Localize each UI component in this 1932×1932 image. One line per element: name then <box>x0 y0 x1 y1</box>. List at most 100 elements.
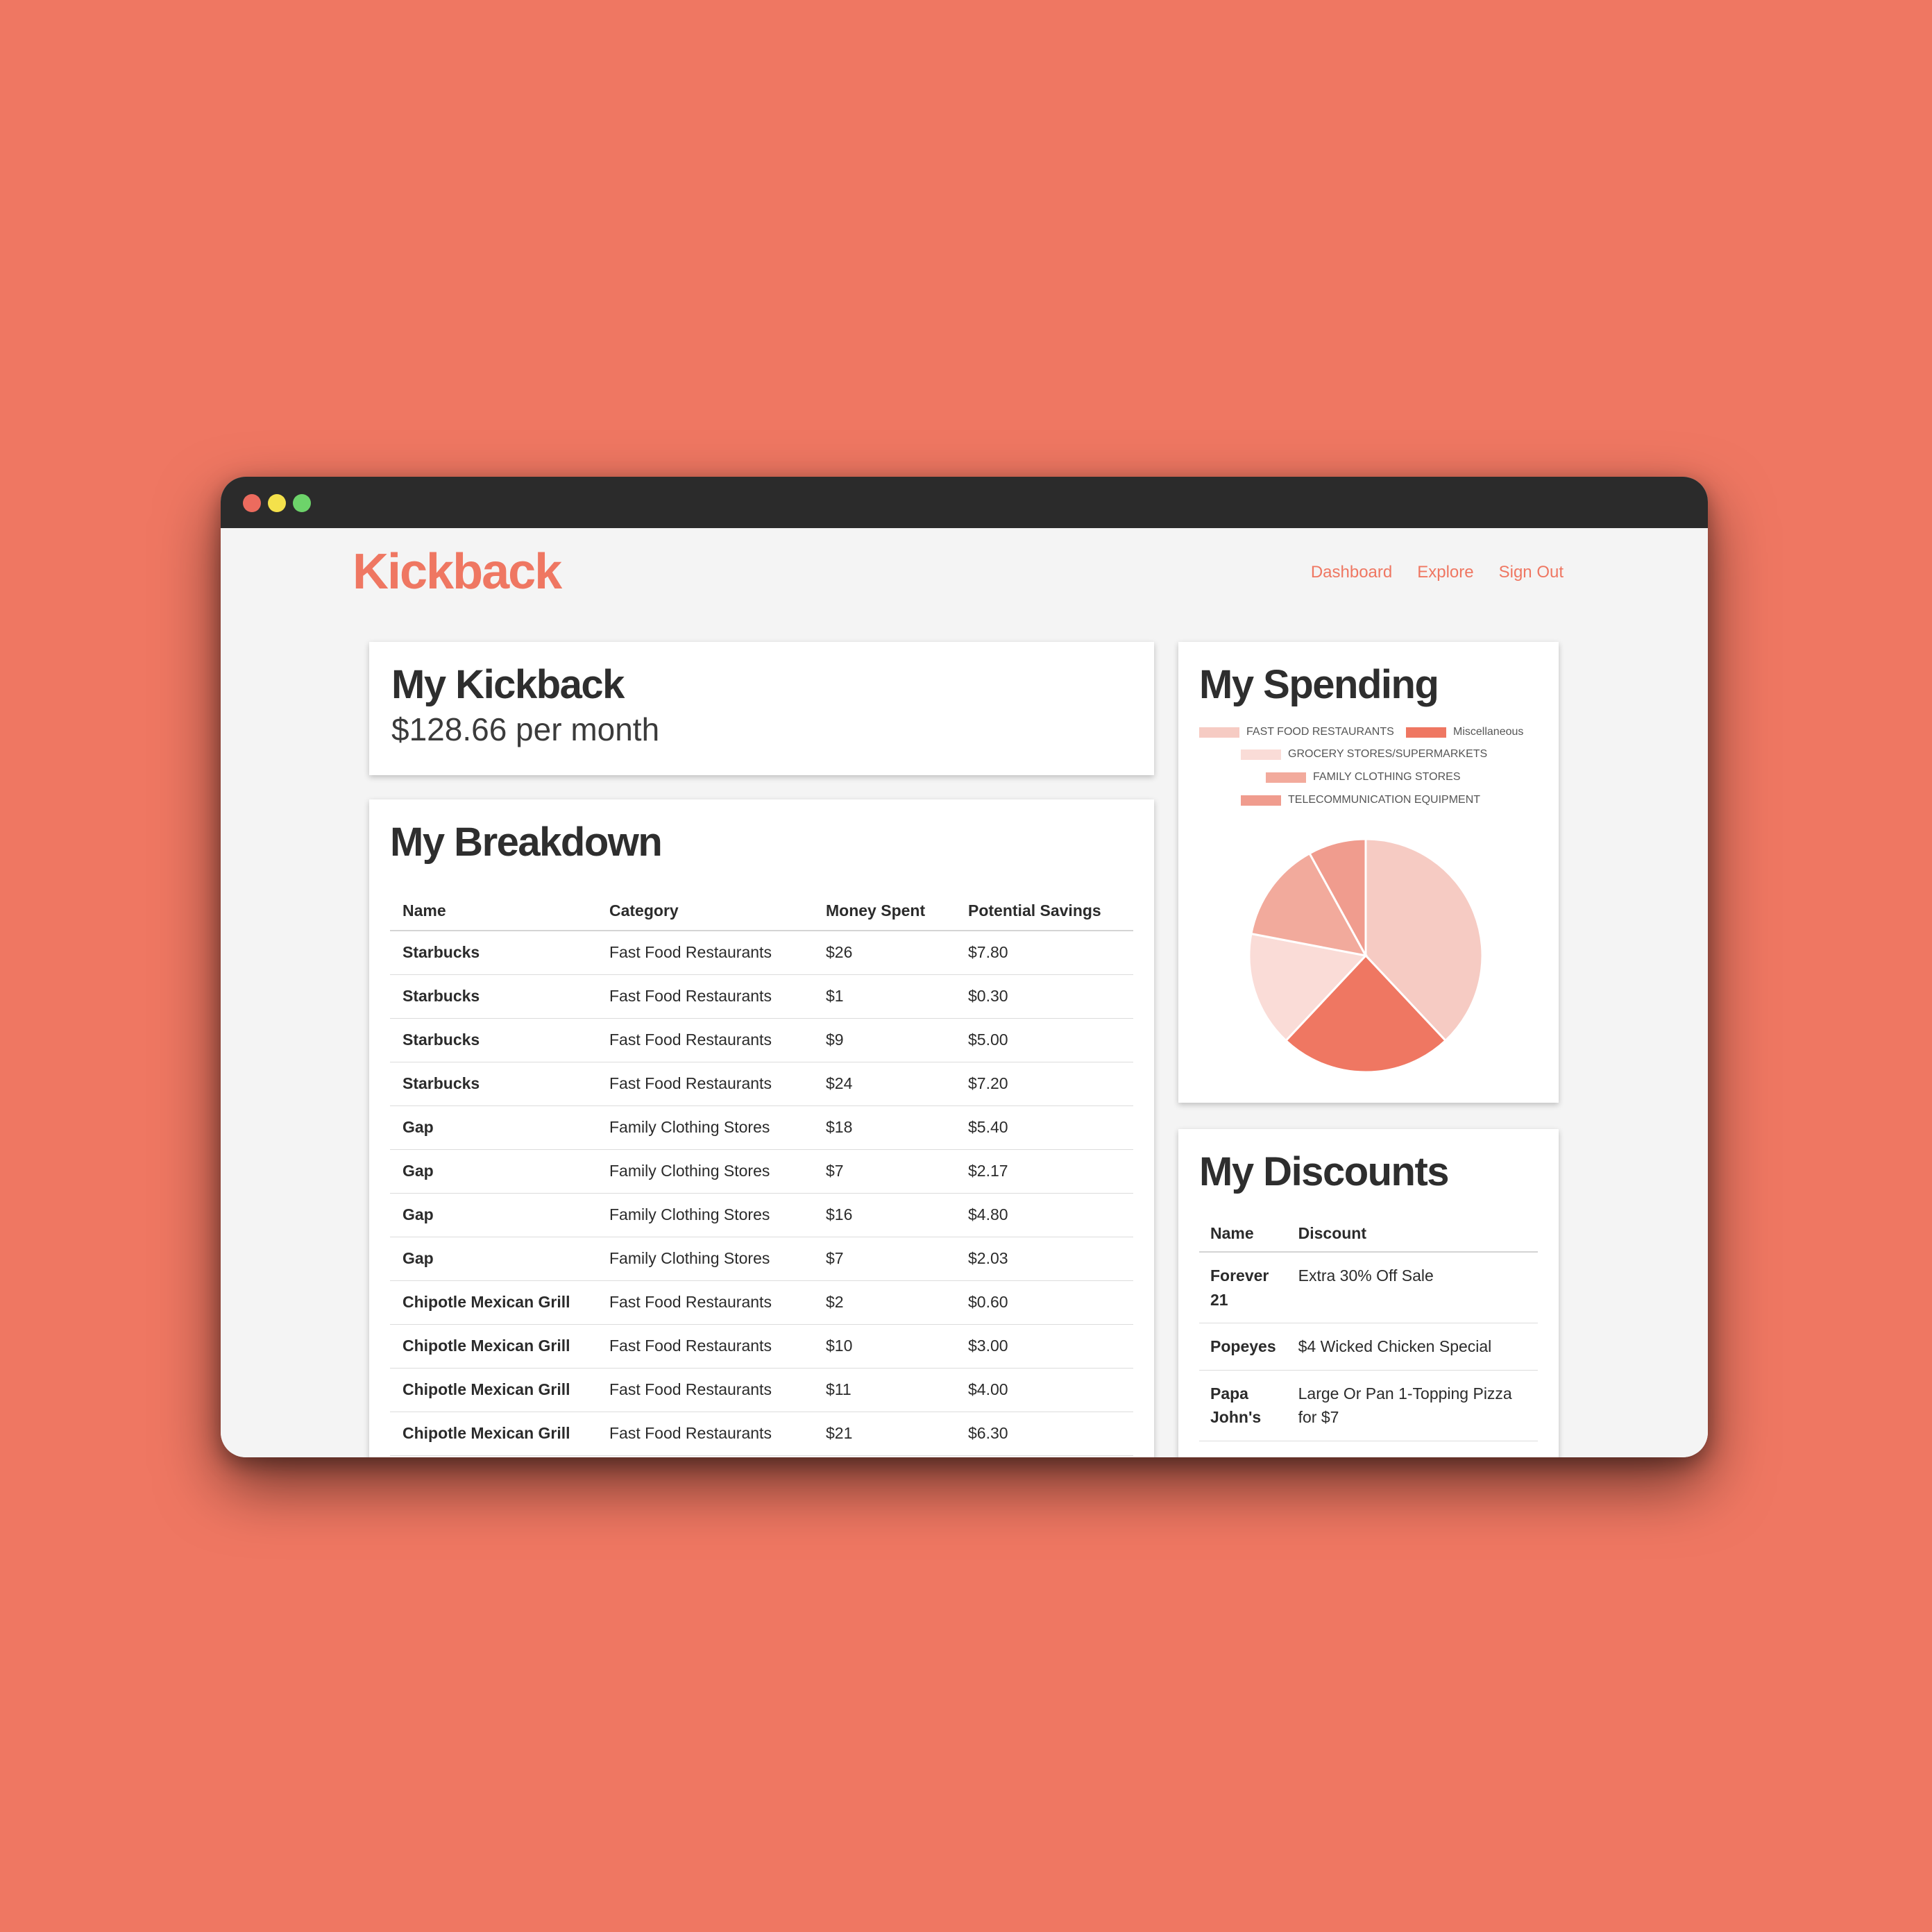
table-row[interactable]: Chipotle Mexican Grill Fast Food Restaura… <box>390 1280 1133 1325</box>
cell-money-spent: $7 <box>813 1237 956 1281</box>
cell-category: Fast Food Restaurants <box>597 1368 813 1412</box>
table-row[interactable]: Starbucks Fast Food Restaurants $9 $5.00 <box>390 1018 1133 1062</box>
nav-explore-link[interactable]: Explore <box>1417 563 1473 582</box>
cell-name: Papa John's <box>1199 1370 1287 1441</box>
cell-money-spent: $24 <box>813 1062 956 1106</box>
list-item[interactable]: Papa John's Large Or Pan 1-Topping Pizza … <box>1199 1370 1538 1441</box>
my-kickback-card: My Kickback $128.66 per month <box>369 642 1154 775</box>
breakdown-header-row: Name Category Money Spent Potential Savi… <box>390 892 1133 931</box>
cell-category: Fast Food Restaurants <box>597 1018 813 1062</box>
legend-label: GROCERY STORES/SUPERMARKETS <box>1288 748 1488 760</box>
cell-money-spent: $7 <box>813 1149 956 1194</box>
cell-category: Fast Food Restaurants <box>597 1412 813 1456</box>
cell-discount: Large Or Pan 1-Topping Pizza for $7 <box>1287 1370 1538 1441</box>
cell-discount: Extra 30% Off Sale <box>1287 1252 1538 1323</box>
close-window-button[interactable] <box>243 494 261 512</box>
list-item[interactable]: Popeyes $4 Wicked Chicken Special <box>1199 1323 1538 1371</box>
legend-item-fast-food[interactable]: FAST FOOD RESTAURANTS <box>1199 726 1394 738</box>
cell-name: Gap <box>390 1193 597 1237</box>
cell-category: Fast Food Restaurants <box>597 1324 813 1368</box>
my-discounts-card: My Discounts Name Discount Forever 21 Ext… <box>1178 1129 1559 1457</box>
window-titlebar <box>221 477 1708 528</box>
table-row[interactable]: Gap Family Clothing Stores $16 $4.80 <box>390 1193 1133 1237</box>
legend-label: FAMILY CLOTHING STORES <box>1313 771 1461 783</box>
nav-dashboard-link[interactable]: Dashboard <box>1311 563 1392 582</box>
legend-item-grocery[interactable]: GROCERY STORES/SUPERMARKETS <box>1241 748 1487 761</box>
chart-legend: FAST FOOD RESTAURANTS Miscellaneous GROC… <box>1199 726 1538 816</box>
table-row[interactable]: Gap Family Clothing Stores $7 $2.03 <box>390 1237 1133 1281</box>
cell-category: Fast Food Restaurants <box>597 931 813 975</box>
list-item[interactable]: Popeyes10 Pieces of Mixed Or Tender <box>1199 1441 1538 1457</box>
my-spending-card: My Spending FAST FOOD RESTAURANTS Miscel… <box>1178 642 1559 1103</box>
my-kickback-title: My Kickback <box>391 662 625 707</box>
legend-swatch <box>1266 772 1306 783</box>
list-item[interactable]: Forever 21 Extra 30% Off Sale <box>1199 1252 1538 1323</box>
cell-category: Family Clothing Stores <box>597 1149 813 1194</box>
cell-discount: $4 Wicked Chicken Special <box>1287 1323 1538 1371</box>
cell-potential-savings: $0.30 <box>956 974 1133 1019</box>
legend-swatch <box>1241 749 1281 760</box>
legend-item-miscellaneous[interactable]: Miscellaneous <box>1406 726 1523 738</box>
legend-label: FAST FOOD RESTAURANTS <box>1246 726 1394 738</box>
legend-swatch <box>1241 795 1281 806</box>
legend-item-family-clothing[interactable]: FAMILY CLOTHING STORES <box>1266 771 1461 783</box>
cell-name: Chipotle Mexican Grill <box>390 1324 597 1368</box>
cell-name: Gap <box>390 1105 597 1150</box>
cell-money-spent: $10 <box>813 1324 956 1368</box>
minimize-window-button[interactable] <box>268 494 286 512</box>
cell-name: Forever 21 <box>1199 1252 1287 1323</box>
cell-money-spent: $16 <box>813 1193 956 1237</box>
page-viewport: Kickback Dashboard Explore Sign Out My K… <box>221 528 1708 1457</box>
cell-name: Starbucks <box>390 974 597 1019</box>
column-header-discount: Discount <box>1287 1216 1538 1253</box>
table-row[interactable]: Chipotle Mexican Grill Fast Food Restaura… <box>390 1412 1133 1456</box>
maximize-window-button[interactable] <box>293 494 311 512</box>
legend-label: Miscellaneous <box>1453 726 1524 738</box>
cell-name: Starbucks <box>390 931 597 975</box>
breakdown-table-body: Starbucks Fast Food Restaurants $26 $7.80 St… <box>390 931 1133 1456</box>
column-header-category: Category <box>597 892 813 931</box>
cell-money-spent: $2 <box>813 1280 956 1325</box>
browser-window: Kickback Dashboard Explore Sign Out My K… <box>221 477 1708 1457</box>
cell-potential-savings: $2.03 <box>956 1237 1133 1281</box>
cell-money-spent: $26 <box>813 931 956 975</box>
table-row[interactable]: Gap Family Clothing Stores $7 $2.17 <box>390 1149 1133 1194</box>
discounts-table-body: Forever 21 Extra 30% Off Sale Popeyes $4 Wi… <box>1199 1252 1538 1457</box>
cell-name: Popeyes <box>1199 1323 1287 1371</box>
cell-potential-savings: $4.80 <box>956 1193 1133 1237</box>
cell-name: Popeyes <box>1199 1441 1287 1457</box>
cell-name: Gap <box>390 1237 597 1281</box>
cell-potential-savings: $4.00 <box>956 1368 1133 1412</box>
discounts-table: Name Discount Forever 21 Extra 30% Off Sa… <box>1199 1216 1538 1457</box>
table-row[interactable]: Gap Family Clothing Stores $18 $5.40 <box>390 1105 1133 1150</box>
my-discounts-title: My Discounts <box>1199 1149 1450 1194</box>
cell-category: Fast Food Restaurants <box>597 1062 813 1106</box>
my-breakdown-title: My Breakdown <box>390 820 663 865</box>
legend-label: TELECOMMUNICATION EQUIPMENT <box>1288 794 1481 806</box>
cell-money-spent: $18 <box>813 1105 956 1150</box>
legend-item-telecom[interactable]: TELECOMMUNICATION EQUIPMENT <box>1241 794 1480 806</box>
nav-sign-out-link[interactable]: Sign Out <box>1499 563 1564 582</box>
cell-category: Family Clothing Stores <box>597 1237 813 1281</box>
my-breakdown-card: My Breakdown Name Category Money Spent P… <box>369 799 1154 1457</box>
cell-potential-savings: $5.40 <box>956 1105 1133 1150</box>
table-row[interactable]: Chipotle Mexican Grill Fast Food Restaura… <box>390 1324 1133 1368</box>
cell-name: Chipotle Mexican Grill <box>390 1412 597 1456</box>
cell-money-spent: $21 <box>813 1412 956 1456</box>
cell-potential-savings: $7.20 <box>956 1062 1133 1106</box>
column-header-money-spent: Money Spent <box>813 892 956 931</box>
cell-potential-savings: $5.00 <box>956 1018 1133 1062</box>
breakdown-table: Name Category Money Spent Potential Savi… <box>390 892 1133 1456</box>
table-row[interactable]: Chipotle Mexican Grill Fast Food Restaura… <box>390 1368 1133 1412</box>
app-logo[interactable]: Kickback <box>353 543 562 600</box>
pie-chart-svg <box>1248 838 1484 1074</box>
table-row[interactable]: Starbucks Fast Food Restaurants $24 $7.20 <box>390 1062 1133 1106</box>
cell-category: Fast Food Restaurants <box>597 974 813 1019</box>
legend-swatch <box>1199 727 1239 738</box>
cell-name: Starbucks <box>390 1018 597 1062</box>
column-header-name: Name <box>1199 1216 1287 1253</box>
cell-potential-savings: $6.30 <box>956 1412 1133 1456</box>
table-row[interactable]: Starbucks Fast Food Restaurants $26 $7.80 <box>390 931 1133 975</box>
table-row[interactable]: Starbucks Fast Food Restaurants $1 $0.30 <box>390 974 1133 1019</box>
cell-potential-savings: $2.17 <box>956 1149 1133 1194</box>
